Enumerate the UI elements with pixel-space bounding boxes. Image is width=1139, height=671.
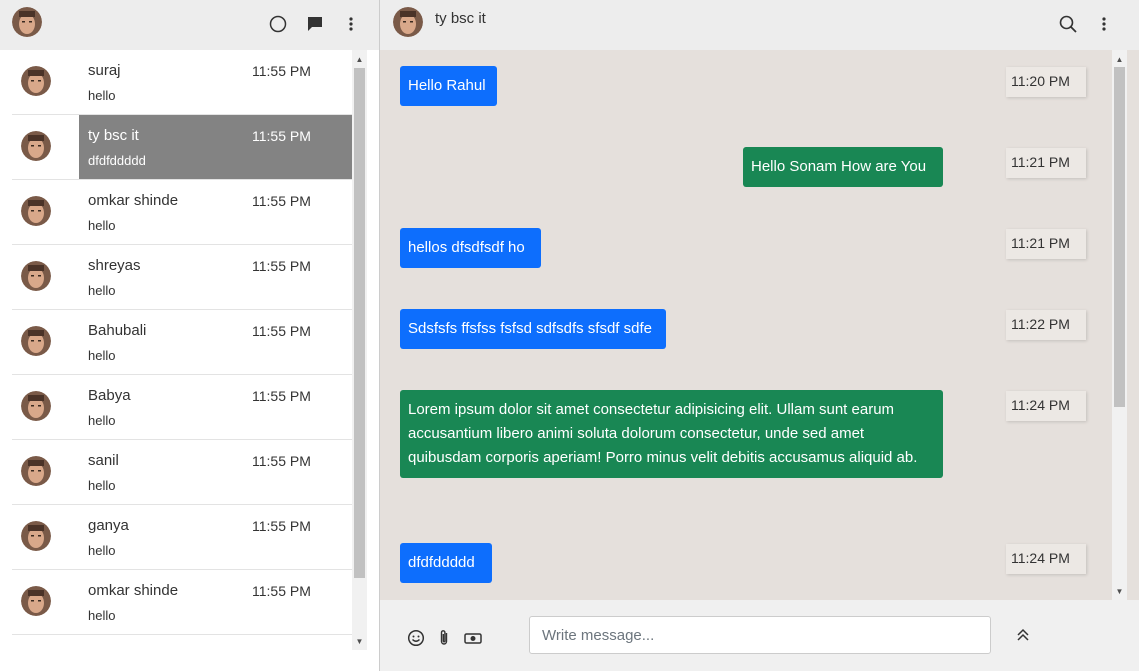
chat-time: 11:55 PM (252, 453, 311, 469)
chat-name: ganya (88, 517, 129, 534)
message-bubble: dfdfddddd (400, 543, 492, 583)
chat-list-item[interactable]: suraj 11:55 PM hello (12, 50, 352, 115)
chat-last-message: hello (88, 283, 116, 298)
chat-list-item[interactable]: ty bsc it 11:55 PM dfdfddddd (12, 115, 352, 180)
chat-list-item[interactable]: ganya 11:55 PM hello (12, 505, 352, 570)
chat-item-body: ganya 11:55 PM hello (79, 505, 352, 569)
chat-item-body: ty bsc it 11:55 PM dfdfddddd (79, 115, 352, 179)
sidebar-header (0, 0, 379, 50)
chat-last-message: hello (88, 608, 116, 623)
chat-last-message: hello (88, 413, 116, 428)
message-time: 11:21 PM (1006, 229, 1086, 259)
chat-list-item[interactable]: shreyas 11:55 PM hello (12, 245, 352, 310)
message-bubble: Hello Rahul (400, 66, 497, 106)
chat-avatar (21, 586, 51, 616)
chat-list-item-partial[interactable] (12, 635, 352, 650)
chat-time: 11:55 PM (252, 583, 311, 599)
chat-name: ty bsc it (88, 127, 139, 144)
composer (380, 600, 1139, 671)
contact-avatar[interactable] (393, 7, 423, 37)
chat-avatar (21, 456, 51, 486)
chat-item-body: sanil 11:55 PM hello (79, 440, 352, 504)
chat-avatar (21, 196, 51, 226)
message-area: ▲ ▼ Hello Rahul 11:20 PM Hello Sonam How a… (380, 50, 1139, 600)
chat-name: sanil (88, 452, 119, 469)
chat-last-message: hello (88, 348, 116, 363)
chat-avatar (21, 66, 51, 96)
menu-icon[interactable] (338, 11, 364, 37)
chat-name: omkar shinde (88, 582, 179, 599)
chat-item-body: suraj 11:55 PM hello (79, 50, 352, 114)
conversation-menu-icon[interactable] (1091, 11, 1117, 37)
message-time: 11:20 PM (1006, 67, 1086, 97)
chat-avatar (21, 131, 51, 161)
attach-icon[interactable] (433, 627, 455, 649)
chat-avatar (21, 261, 51, 291)
scroll-up-arrow[interactable]: ▲ (352, 52, 367, 66)
chat-name: omkar shinde (88, 192, 179, 209)
chat-list-item[interactable]: Bahubali 11:55 PM hello (12, 310, 352, 375)
chat-time: 11:55 PM (252, 63, 311, 79)
chat-name: suraj (88, 62, 121, 79)
chat-avatar (21, 521, 51, 551)
messages-scroll-up-arrow[interactable]: ▲ (1112, 52, 1127, 66)
chat-last-message: dfdfddddd (88, 153, 146, 168)
new-chat-icon[interactable] (302, 11, 328, 37)
chat-time: 11:55 PM (252, 128, 311, 144)
user-avatar[interactable] (12, 7, 42, 37)
chat-list-item[interactable]: omkar shinde 11:55 PM hello (12, 180, 352, 245)
scroll-thumb[interactable] (354, 68, 365, 578)
conversation-pane: ty bsc it ▲ ▼ Hello Rahul 11:20 PM Hello S… (380, 0, 1139, 671)
message-bubble: Sdsfsfs ffsfss fsfsd sdfsdfs sfsdf sdfe (400, 309, 666, 349)
chat-list-item[interactable]: omkar shinde 11:55 PM hello (12, 570, 352, 635)
chat-name: Babya (88, 387, 131, 404)
messages-scroll-down-arrow[interactable]: ▼ (1112, 584, 1127, 598)
chat-name: shreyas (88, 257, 141, 274)
camera-icon[interactable] (462, 627, 484, 649)
conversation-header: ty bsc it (380, 0, 1139, 50)
chat-time: 11:55 PM (252, 193, 311, 209)
messages-scrollbar[interactable]: ▲ ▼ (1112, 50, 1127, 600)
conversation-title: ty bsc it (435, 10, 486, 27)
chat-avatar (21, 391, 51, 421)
chat-list-item[interactable]: sanil 11:55 PM hello (12, 440, 352, 505)
chat-list-scrollbar[interactable]: ▲ ▼ (352, 50, 367, 650)
search-icon[interactable] (1055, 11, 1081, 37)
status-icon[interactable] (265, 11, 291, 37)
chat-item-body: Bahubali 11:55 PM hello (79, 310, 352, 374)
emoji-icon[interactable] (405, 627, 427, 649)
chat-last-message: hello (88, 218, 116, 233)
message-bubble: hellos dfsdfsdf ho (400, 228, 541, 268)
messages-scroll-thumb[interactable] (1114, 67, 1125, 407)
send-icon[interactable] (1012, 624, 1034, 646)
chat-last-message: hello (88, 478, 116, 493)
chat-last-message: hello (88, 543, 116, 558)
chat-name: Bahubali (88, 322, 147, 339)
chat-time: 11:55 PM (252, 323, 311, 339)
chat-time: 11:55 PM (252, 258, 311, 274)
chat-item-body: shreyas 11:55 PM hello (79, 245, 352, 309)
message-input[interactable] (529, 616, 991, 654)
message-time: 11:24 PM (1006, 544, 1086, 574)
message-time: 11:21 PM (1006, 148, 1086, 178)
message-bubble: Hello Sonam How are You (743, 147, 943, 187)
chat-time: 11:55 PM (252, 518, 311, 534)
chat-app: suraj 11:55 PM hello ty bsc it 11:55 PM dfdfd… (0, 0, 1139, 671)
chat-item-body: Babya 11:55 PM hello (79, 375, 352, 439)
scroll-down-arrow[interactable]: ▼ (352, 634, 367, 648)
sidebar: suraj 11:55 PM hello ty bsc it 11:55 PM dfdfd… (0, 0, 380, 671)
chat-item-body: omkar shinde 11:55 PM hello (79, 180, 352, 244)
chat-item-body: omkar shinde 11:55 PM hello (79, 570, 352, 634)
message-time: 11:22 PM (1006, 310, 1086, 340)
message-time: 11:24 PM (1006, 391, 1086, 421)
chat-time: 11:55 PM (252, 388, 311, 404)
chat-list: suraj 11:55 PM hello ty bsc it 11:55 PM dfdfd… (12, 50, 352, 650)
chat-list-item[interactable]: Babya 11:55 PM hello (12, 375, 352, 440)
chat-avatar (21, 326, 51, 356)
chat-last-message: hello (88, 88, 116, 103)
message-bubble: Lorem ipsum dolor sit amet consectetur a… (400, 390, 943, 478)
